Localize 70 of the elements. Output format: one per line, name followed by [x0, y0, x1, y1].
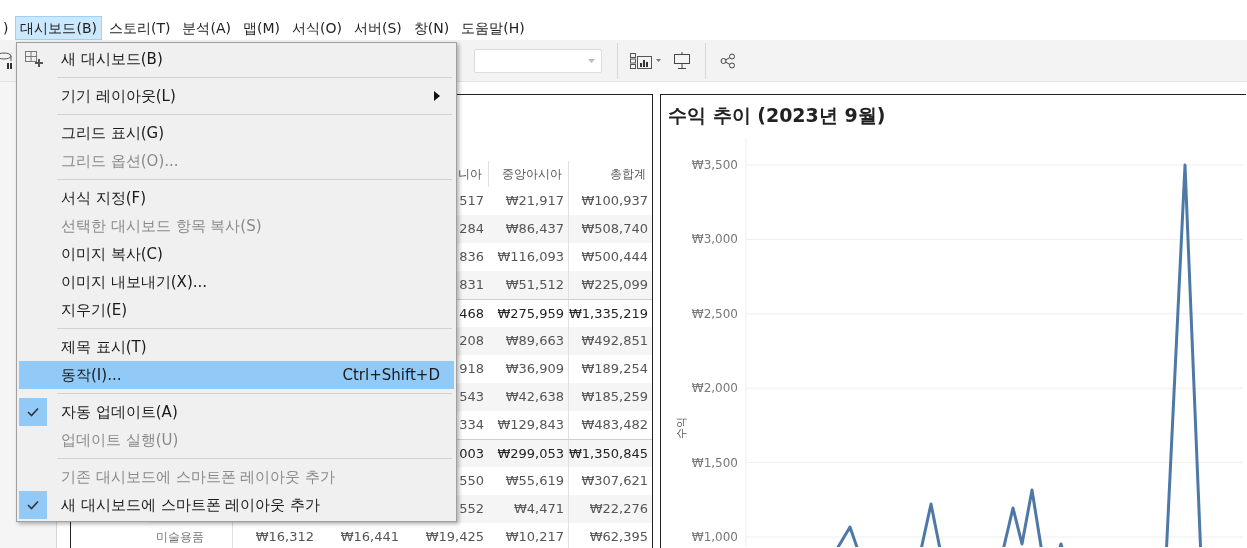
dropdown-field[interactable] [474, 48, 602, 73]
table-cell-text: ₩36,909 [504, 360, 565, 379]
table-cell-text: ₩55,619 [504, 472, 565, 491]
menu-item[interactable]: 이미지 내보내기(X)... [19, 268, 454, 296]
table-cell-text: 552 [458, 500, 485, 519]
menu-bar-item[interactable]: 창(N) [408, 16, 455, 40]
table-cell-text: ₩19,425 [424, 528, 485, 547]
table-cell-text: ₩21,917 [504, 192, 565, 211]
submenu-arrow-icon [434, 91, 440, 101]
chart-icon [630, 52, 652, 69]
table-cell: ₩16,312 [232, 523, 318, 548]
table-cell-text: 517 [458, 192, 485, 211]
menu-item[interactable]: 새 대시보드에 스마트폰 레이아웃 추가 [19, 491, 454, 519]
table-cell-text: ₩4,471 [512, 500, 565, 519]
menu-item[interactable]: 지우기(E) [19, 296, 454, 324]
table-cell-text: 334 [458, 416, 485, 435]
menu-bar-item[interactable]: 맵(M) [238, 16, 285, 40]
menu-bar-item[interactable]: 대시보드(B) [15, 16, 102, 40]
presentation-icon[interactable] [673, 51, 691, 70]
table-cell-text: ₩299,053 [496, 444, 565, 463]
table-cell-text: 836 [458, 248, 485, 267]
table-cell-text: 284 [458, 220, 485, 239]
menu-item[interactable]: 기기 레이아웃(L) [19, 82, 454, 110]
table-cell-text: ₩10,217 [504, 528, 565, 547]
show-me-button[interactable] [630, 52, 661, 69]
chart-title: 수익 추이 (2023년 9월) [667, 103, 887, 128]
axis-tick-label: ₩3,500 [691, 158, 738, 172]
menu-bar-item[interactable]: 서식(O) [287, 16, 347, 40]
axis-tick-label: ₩1,500 [691, 455, 738, 470]
table-cell-text: ₩275,959 [496, 304, 565, 323]
table-cell-text: ₩42,638 [504, 388, 565, 407]
menu-item[interactable]: 동작(I)... Ctrl+Shift+D [19, 361, 454, 389]
table-cell-text: ₩51,512 [504, 276, 565, 295]
y-axis-title: 수익 [673, 417, 689, 440]
column-header: 니아 [457, 166, 483, 183]
menu-item[interactable]: 자동 업데이트(A) [19, 398, 454, 426]
menu-item[interactable]: 서식 지정(F) [19, 184, 454, 212]
menu-bar-item[interactable]: ) [0, 16, 14, 40]
table-cell-text: ₩116,093 [496, 248, 565, 267]
table-cell-text: ₩129,843 [496, 416, 565, 435]
table-cell: ₩62,395 [568, 523, 652, 548]
table-cell-text: ₩16,441 [339, 528, 400, 547]
menu-bar-item[interactable]: 스토리(T) [104, 16, 176, 40]
table-cell-text: 550 [458, 472, 485, 491]
table-cell-text: ₩89,663 [504, 332, 565, 351]
menu-bar-item[interactable]: 분석(A) [177, 16, 236, 40]
menu-bar-item[interactable]: 도움말(H) [456, 16, 530, 40]
caret-icon [656, 59, 661, 62]
row-label: 미술용품 [155, 529, 205, 546]
caret-icon [588, 58, 595, 63]
menu-bar-item[interactable]: 서버(S) [348, 16, 407, 40]
axis-tick-label: ₩3,000 [691, 232, 738, 247]
axis-tick-label: ₩1,000 [691, 530, 738, 544]
menu-item[interactable]: 이미지 복사(C) [19, 240, 454, 268]
checkmark-icon [19, 398, 47, 426]
axis-tick-label: ₩2,000 [691, 381, 738, 396]
share-icon[interactable] [720, 52, 736, 69]
table-cell-text: ₩86,437 [504, 220, 565, 239]
table-cell-text: 468 [458, 304, 485, 323]
database-icon [0, 51, 12, 70]
axis-tick-label: ₩2,500 [691, 306, 738, 321]
table-cell-text: 543 [458, 388, 485, 407]
menu-item[interactable]: 제목 표시(T) [19, 333, 454, 361]
menu-item[interactable]: 그리드 표시(G) [19, 119, 454, 147]
checkmark-icon [19, 491, 47, 519]
add-grid-icon [25, 51, 43, 67]
menu-item[interactable]: 새 대시보드(B) [19, 45, 454, 73]
table-cell-text: 208 [458, 332, 485, 351]
table-cell-text: 003 [458, 444, 485, 463]
table-cell-text: 831 [458, 276, 485, 295]
